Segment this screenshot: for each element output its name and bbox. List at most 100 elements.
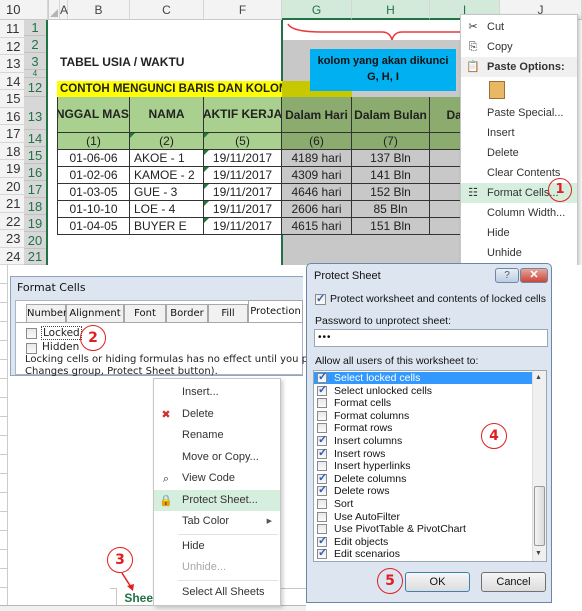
table-cell[interactable]: 01-02-06 [57, 167, 130, 184]
table-cell[interactable]: 19/11/2017 [204, 184, 282, 201]
table-cell[interactable]: 01-03-05 [57, 184, 130, 201]
permission-item[interactable]: Use AutoFilter [314, 511, 532, 523]
permission-checkbox[interactable] [317, 524, 327, 535]
column-header-h[interactable]: H [352, 0, 430, 20]
inner-row-header[interactable]: 4 [24, 70, 46, 78]
protect-worksheet-checkbox[interactable] [315, 292, 326, 305]
table-cell[interactable]: 4615 hari [282, 218, 352, 235]
table-cell[interactable]: LOE - 4 [130, 201, 204, 218]
table-cell[interactable]: 01-04-05 [57, 218, 130, 235]
help-button[interactable]: ? [495, 268, 519, 283]
column-header-f[interactable]: F [204, 0, 282, 20]
inner-row-header[interactable]: 19 [24, 215, 46, 232]
table-cell[interactable]: 4646 hari [282, 184, 352, 201]
cancel-button[interactable]: Cancel [481, 572, 546, 592]
table-cell[interactable]: AKOE - 1 [130, 150, 204, 167]
permission-checkbox[interactable] [317, 371, 327, 383]
permission-checkbox[interactable] [317, 484, 327, 497]
scroll-up-icon[interactable]: ▲ [535, 374, 542, 381]
tab-alignment[interactable]: Alignment [66, 304, 124, 322]
menu-item-rename[interactable]: Rename [154, 425, 280, 447]
hidden-checkbox[interactable] [26, 343, 37, 354]
table-cell[interactable]: 152 Bln [352, 184, 430, 201]
tab-fill[interactable]: Fill [208, 304, 248, 322]
permission-checkbox[interactable] [317, 447, 327, 459]
tab-border[interactable]: Border [166, 304, 208, 322]
permission-checkbox[interactable] [317, 461, 327, 472]
permission-checkbox[interactable] [317, 511, 327, 522]
table-cell[interactable]: 19/11/2017 [204, 218, 282, 235]
menu-item-view-code[interactable]: ⌕ View Code [154, 468, 280, 490]
password-input[interactable]: ••• [314, 329, 548, 347]
table-cell[interactable]: BUYER E [130, 218, 204, 235]
menu-item-cut[interactable]: ✂ Cut [461, 17, 577, 37]
inner-row-header[interactable]: 12 [24, 78, 46, 97]
table-cell[interactable]: 151 Bln [352, 218, 430, 235]
inner-row-header[interactable]: 2 [24, 36, 46, 53]
number-cell[interactable]: (6) [282, 133, 352, 150]
permission-checkbox[interactable] [317, 423, 327, 434]
permission-checkbox[interactable] [317, 472, 327, 484]
inner-row-header[interactable]: 17 [24, 181, 46, 198]
permission-checkbox[interactable] [317, 398, 327, 409]
menu-item-delete[interactable]: Delete [461, 143, 577, 163]
column-header-c[interactable]: C [130, 0, 204, 20]
inner-row-header[interactable]: 14 [24, 130, 46, 147]
permission-checkbox[interactable] [317, 535, 327, 547]
menu-item-paste-default[interactable] [461, 77, 577, 103]
inner-row-header[interactable]: 3 [24, 53, 46, 70]
close-button[interactable]: ✕ [520, 268, 548, 283]
select-all-corner[interactable] [48, 0, 60, 20]
list-scrollbar[interactable]: ▲ ▼ [532, 371, 546, 561]
menu-item-copy[interactable]: ⎘ Copy [461, 37, 577, 57]
table-cell[interactable]: 19/11/2017 [204, 150, 282, 167]
table-cell[interactable]: 01-10-10 [57, 201, 130, 218]
menu-item-paste-special[interactable]: Paste Special... [461, 103, 577, 123]
header-cell[interactable]: TANGGAL MASUK [57, 97, 130, 133]
column-header-b[interactable]: B [68, 0, 130, 20]
inner-row-header[interactable]: 21 [24, 249, 46, 265]
permission-item[interactable]: Insert rows [314, 447, 532, 460]
menu-item-unhide[interactable]: Unhide [461, 243, 577, 263]
table-cell[interactable]: 4309 hari [282, 167, 352, 184]
permission-item[interactable]: Insert hyperlinks [314, 460, 532, 472]
table-cell[interactable]: 141 Bln [352, 167, 430, 184]
permission-checkbox[interactable] [317, 384, 327, 396]
column-header-a[interactable]: A [60, 0, 68, 20]
menu-item-move-or-copy[interactable]: Move or Copy... [154, 447, 280, 469]
permission-item[interactable]: Edit scenarios [314, 547, 532, 560]
permission-item[interactable]: Select unlocked cells [314, 384, 532, 397]
permission-item[interactable]: Use PivotTable & PivotChart [314, 523, 532, 535]
permission-item[interactable]: Delete rows [314, 484, 532, 497]
tab-number[interactable]: Number [26, 304, 67, 322]
menu-item-insert[interactable]: Insert... [154, 382, 280, 404]
number-cell[interactable]: (2) [130, 133, 204, 150]
table-cell[interactable]: GUE - 3 [130, 184, 204, 201]
permission-checkbox[interactable] [317, 434, 327, 446]
scrollbar-thumb[interactable] [534, 486, 545, 546]
number-cell[interactable]: (5) [204, 133, 282, 150]
table-cell[interactable]: 2606 hari [282, 201, 352, 218]
tab-font[interactable]: Font [124, 304, 166, 322]
table-cell[interactable]: 137 Bln [352, 150, 430, 167]
menu-item-hide[interactable]: Hide [461, 223, 577, 243]
table-cell[interactable]: 01-06-06 [57, 150, 130, 167]
permission-checkbox[interactable] [317, 410, 327, 421]
column-header-g[interactable]: G [282, 0, 352, 20]
table-cell[interactable]: 19/11/2017 [204, 201, 282, 218]
tab-protection[interactable]: Protection [248, 300, 303, 323]
header-cell[interactable]: NAMA [130, 97, 204, 133]
menu-item-paste-options[interactable]: 📋 Paste Options: [461, 57, 577, 77]
menu-item-column-width[interactable]: Column Width... [461, 203, 577, 223]
menu-item-tab-color[interactable]: Tab Color ▶ [154, 511, 280, 533]
permission-checkbox[interactable] [317, 499, 327, 509]
menu-item-delete[interactable]: ✖ Delete [154, 404, 280, 426]
header-cell[interactable]: AKTIF KERJA [204, 97, 282, 133]
table-cell[interactable]: KAMOE - 2 [130, 167, 204, 184]
permission-item[interactable]: Sort [314, 498, 532, 510]
menu-item-hide[interactable]: Hide [154, 536, 280, 558]
inner-row-header[interactable]: 13 [24, 97, 46, 130]
table-cell[interactable]: 19/11/2017 [204, 167, 282, 184]
menu-item-insert[interactable]: Insert [461, 123, 577, 143]
permission-item[interactable]: Edit objects [314, 535, 532, 548]
